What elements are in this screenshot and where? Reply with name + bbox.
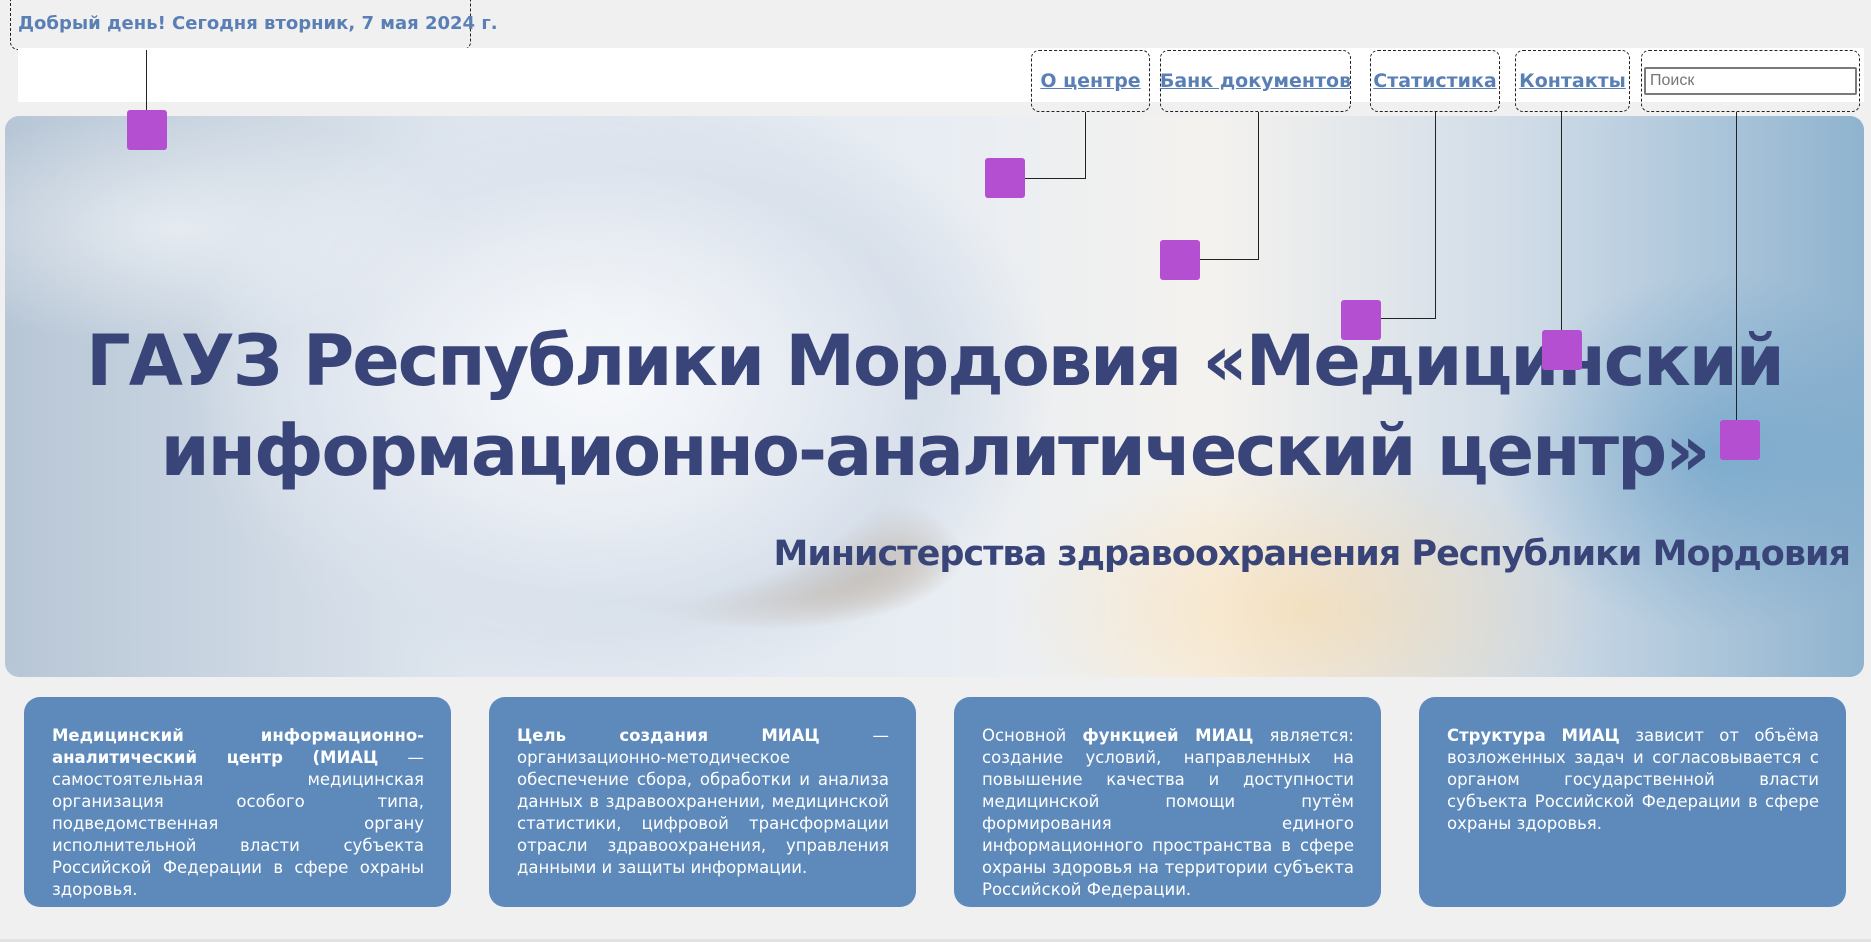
nav-link-statistics[interactable]: Статистика (1373, 70, 1496, 92)
card-text-before: Основной (982, 726, 1083, 745)
connector-line (1024, 178, 1086, 179)
search-box (1641, 50, 1860, 112)
card-text: является: создание условий, направленных… (982, 726, 1354, 899)
nav-item-about-box: О центре (1031, 50, 1150, 112)
card-text-bold: Цель создания МИАЦ (517, 726, 820, 745)
search-input[interactable] (1644, 67, 1857, 95)
card-text-bold: Структура МИАЦ (1447, 726, 1620, 745)
connector-line (1258, 112, 1259, 259)
connector-line (1200, 259, 1259, 260)
connector-line (146, 50, 147, 110)
greeting-text: Добрый день! Сегодня вторник, 7 мая 2024… (10, 0, 498, 50)
nav-item-contacts-box: Контакты (1515, 50, 1630, 112)
annotation-marker (1542, 330, 1582, 370)
info-card-function: Основной функцией МИАЦ является: создани… (954, 697, 1381, 907)
card-text-bold: функцией МИАЦ (1082, 726, 1254, 745)
nav-item-statistics-box: Статистика (1370, 50, 1500, 112)
annotation-marker (1341, 300, 1381, 340)
hero-subtitle: Министерства здравоохранения Республики … (773, 534, 1851, 574)
connector-line (1381, 318, 1436, 319)
connector-line (1435, 112, 1436, 318)
connector-line (1736, 112, 1737, 422)
nav-link-contacts[interactable]: Контакты (1519, 70, 1626, 92)
info-card-goal: Цель создания МИАЦ — организационно-мето… (489, 697, 916, 907)
nav-item-documents-box: Банк документов (1160, 50, 1351, 112)
info-card-miac: Медицинский информационно-аналитический … (24, 697, 451, 907)
connector-line (1561, 112, 1562, 340)
card-text-bold: Медицинский информационно-аналитический … (52, 726, 424, 767)
nav-link-about[interactable]: О центре (1040, 70, 1140, 92)
card-text: — самостоятельная медицинская организаци… (52, 748, 425, 899)
hero-title: ГАУЗ Республики Мордовия «Медицинский ин… (86, 320, 1785, 492)
annotation-marker (985, 158, 1025, 198)
annotation-marker (1720, 420, 1760, 460)
info-card-structure: Структура МИАЦ зависит от объёма возложе… (1419, 697, 1846, 907)
hero-banner: ГАУЗ Республики Мордовия «Медицинский ин… (5, 116, 1864, 677)
nav-link-documents[interactable]: Банк документов (1160, 70, 1351, 92)
connector-line (1085, 112, 1086, 178)
card-text: — организационно-методическое обеспечени… (517, 726, 890, 877)
annotation-marker (127, 110, 167, 150)
annotation-marker (1160, 240, 1200, 280)
